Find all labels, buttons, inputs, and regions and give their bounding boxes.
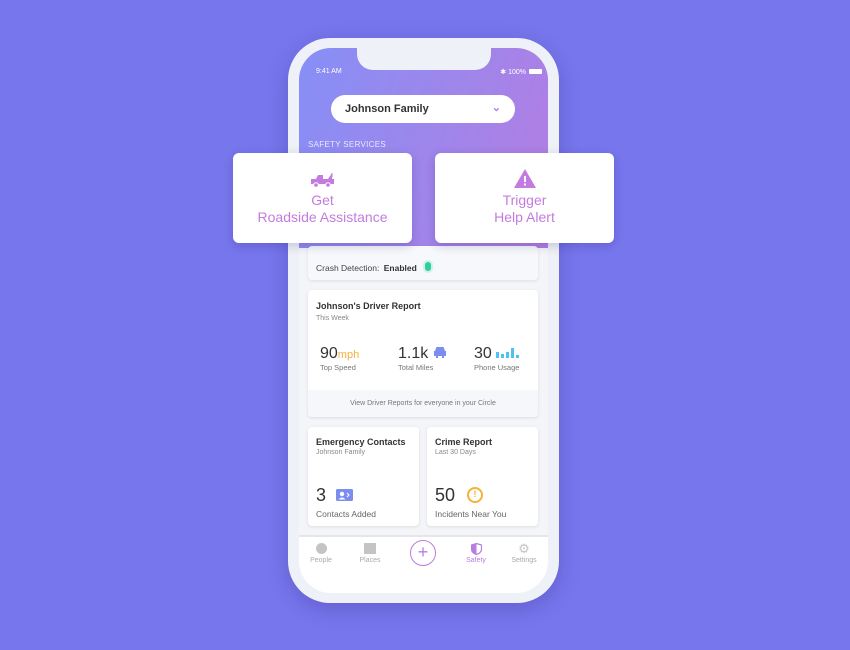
driver-report-title: Johnson's Driver Report (316, 301, 421, 311)
stat-label: Phone Usage (474, 363, 520, 372)
alert-circle-icon: ! (467, 487, 483, 503)
stat-value: 1.1k (398, 345, 429, 362)
signal-bars-icon (496, 348, 520, 358)
circle-name: Johnson Family (345, 103, 429, 115)
tab-label: Safety (466, 557, 486, 564)
card-value: 50 (435, 485, 456, 505)
action-line1: Get (311, 192, 334, 208)
card-label: Incidents Near You (435, 509, 507, 519)
emergency-contacts-card[interactable]: Emergency Contacts Johnson Family 3 Cont… (308, 427, 419, 526)
stat-phone-usage: 30 Phone Usage (474, 345, 522, 372)
phone-screen: 9:41 AM ✱ 100% Johnson Family ⌄ SAFETY SE… (299, 48, 548, 593)
buildings-icon (364, 543, 376, 554)
driver-report-subtitle: This Week (316, 315, 349, 322)
driver-reports-link[interactable]: View Driver Reports for everyone in your… (308, 390, 538, 417)
tab-places[interactable]: Places (350, 543, 390, 564)
action-line2: Help Alert (494, 209, 555, 225)
stat-label: Top Speed (320, 363, 356, 372)
driver-report-card[interactable]: Johnson's Driver Report This Week 90mph … (308, 290, 538, 417)
contact-card-icon (336, 489, 353, 501)
card-title: Crime Report (435, 437, 493, 447)
roadside-assistance-button[interactable]: Get Roadside Assistance (233, 153, 412, 243)
action-line2: Roadside Assistance (257, 209, 388, 225)
help-alert-button[interactable]: Trigger Help Alert (435, 153, 614, 243)
crash-detection-card[interactable]: Crash Detection: Enabled (308, 246, 538, 280)
car-icon (433, 347, 446, 358)
gear-icon: ⚙ (518, 541, 530, 556)
stat-label: Total Miles (398, 363, 434, 372)
card-title: Emergency Contacts (316, 437, 406, 447)
tab-people[interactable]: People (301, 543, 341, 564)
crime-report-card[interactable]: Crime Report Last 30 Days 50 ! Incidents… (427, 427, 538, 526)
notch (357, 48, 491, 70)
chevron-down-icon: ⌄ (491, 102, 501, 114)
stat-total-miles: 1.1k Total Miles (398, 345, 447, 372)
stat-unit: mph (337, 349, 360, 361)
battery-icon (529, 69, 542, 74)
stat-value: 90 (320, 345, 338, 362)
card-subtitle: Johnson Family (316, 449, 366, 456)
tab-safety[interactable]: Safety (456, 543, 496, 564)
circle-selector[interactable]: Johnson Family ⌄ (331, 95, 515, 123)
card-value: 3 (316, 485, 327, 505)
card-label: Contacts Added (316, 509, 377, 519)
shield-icon (470, 543, 482, 555)
crash-value: Enabled (383, 263, 417, 273)
status-battery: ✱ 100% (500, 69, 526, 76)
status-time: 9:41 AM (316, 68, 342, 75)
battery-text: 100% (508, 69, 526, 76)
status-indicator-icon (425, 262, 432, 272)
stat-top-speed: 90mph Top Speed (320, 345, 359, 372)
crash-label: Crash Detection: (316, 263, 380, 273)
add-button[interactable]: + (410, 540, 436, 566)
card-subtitle: Last 30 Days (435, 449, 476, 456)
tab-bar: People Places + Safety ⚙ Settings (299, 535, 548, 593)
tab-label: Places (359, 557, 381, 564)
tab-label: People (310, 557, 332, 564)
section-title: SAFETY SERVICES (308, 140, 387, 149)
stat-value: 30 (474, 345, 492, 362)
tab-label: Settings (511, 557, 537, 564)
person-pin-icon (315, 543, 327, 554)
tow-truck-icon (310, 173, 334, 188)
phone-frame: 9:41 AM ✱ 100% Johnson Family ⌄ SAFETY SE… (288, 38, 559, 603)
tab-settings[interactable]: ⚙ Settings (504, 541, 544, 564)
action-line1: Trigger (502, 192, 547, 208)
warning-icon (513, 169, 536, 188)
